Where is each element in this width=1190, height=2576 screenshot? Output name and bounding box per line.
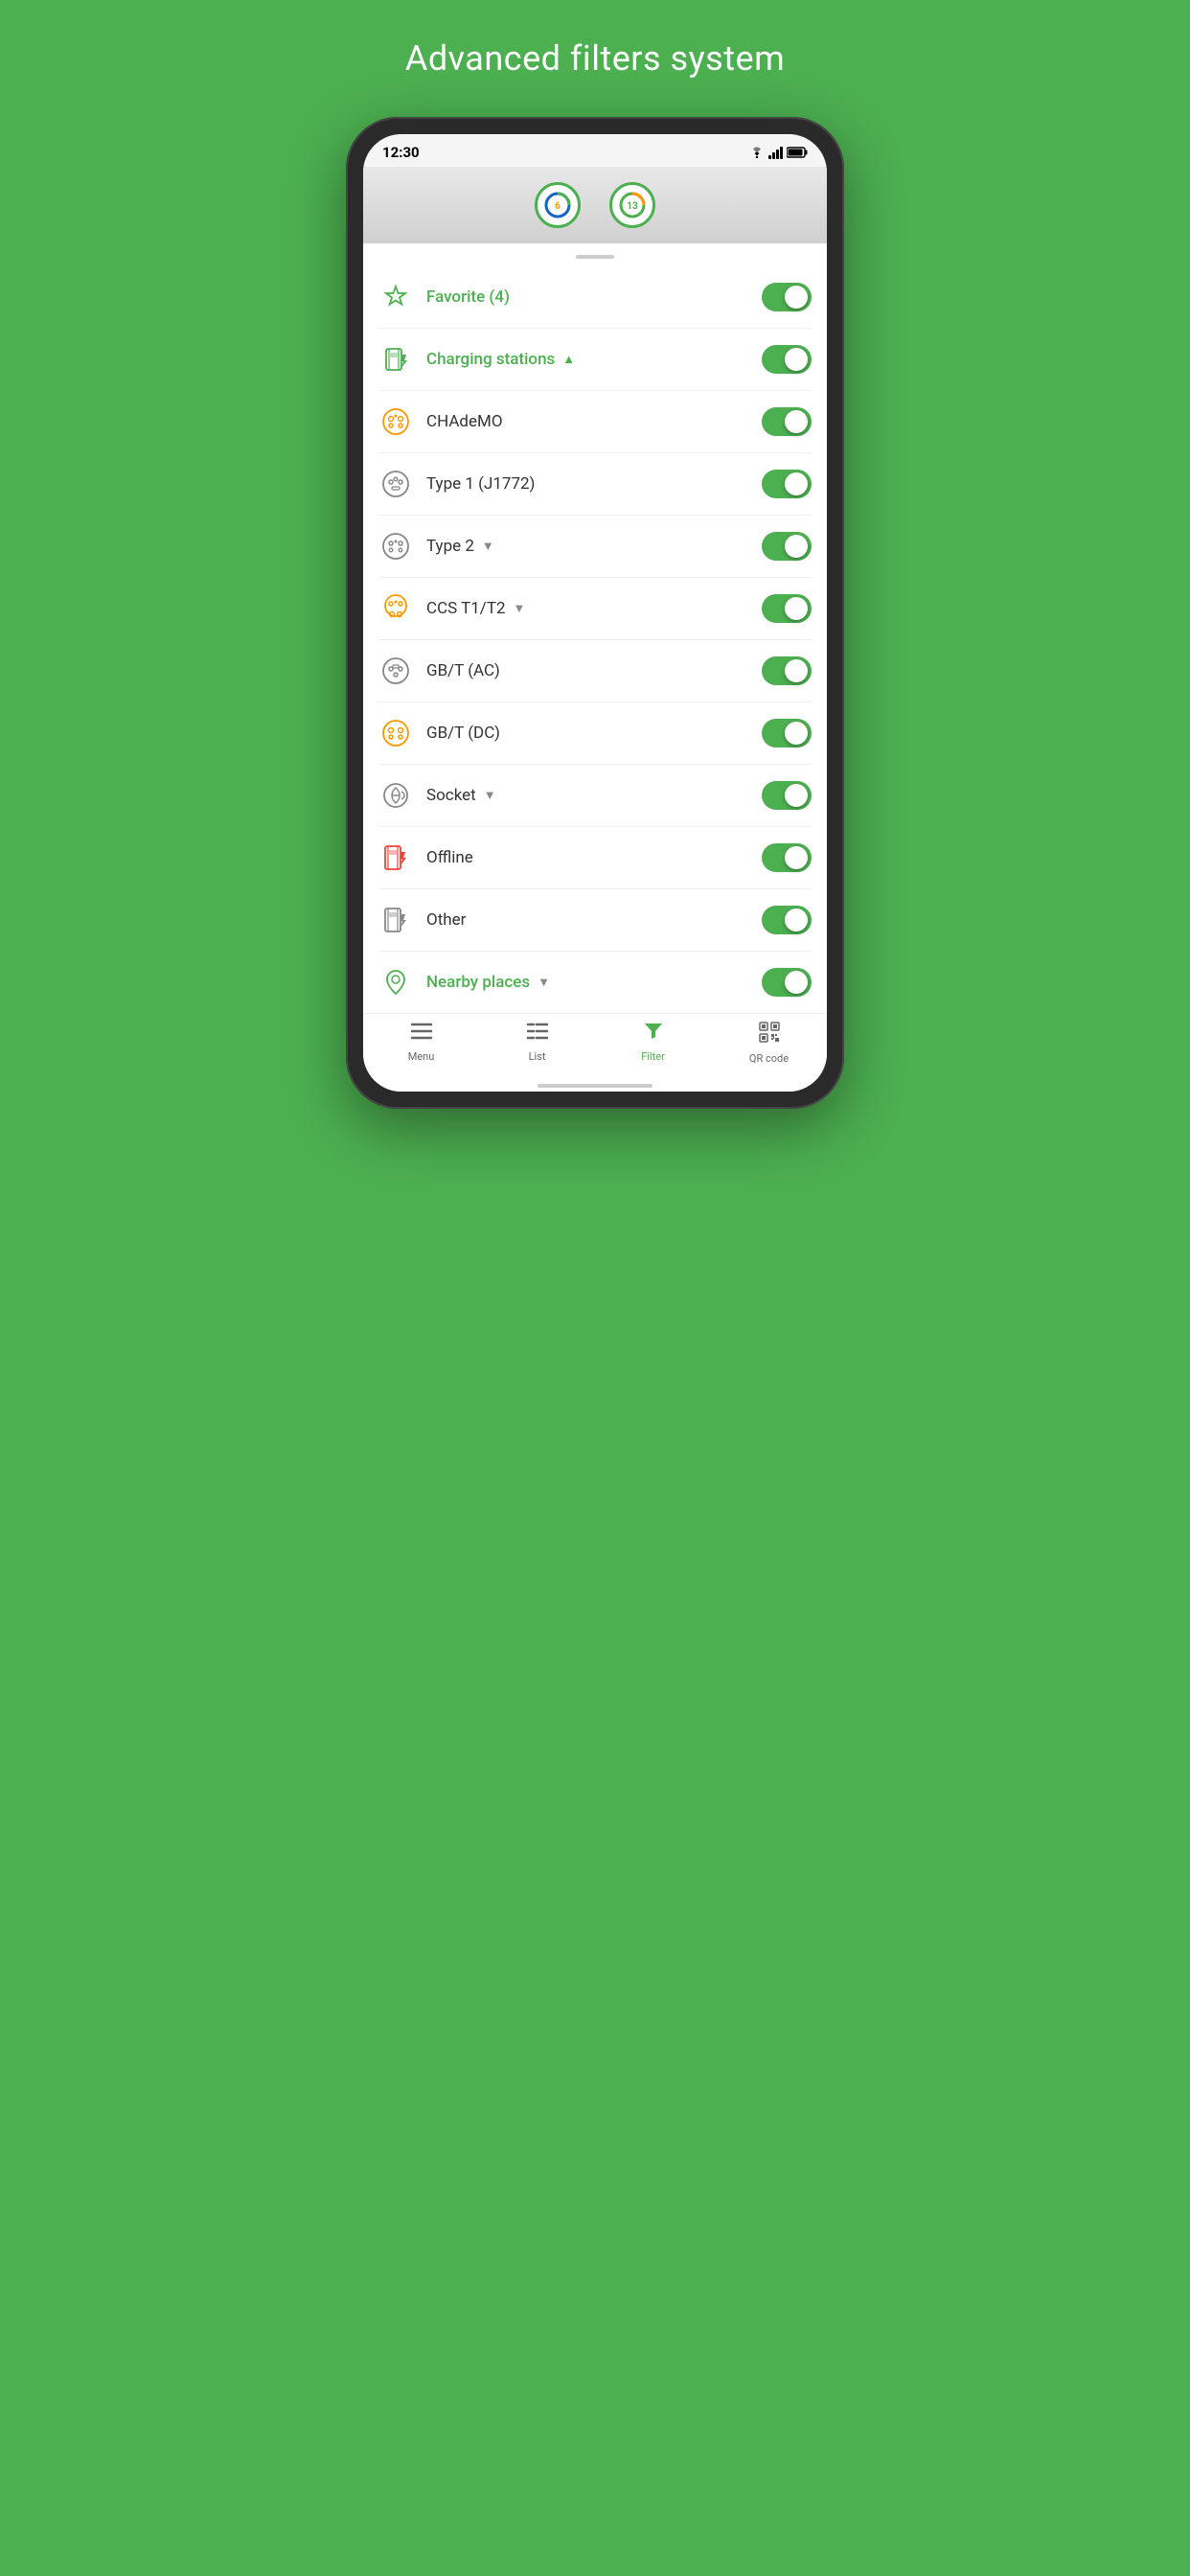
offline-icon bbox=[378, 840, 413, 875]
ccs-toggle[interactable] bbox=[762, 594, 812, 623]
charging-stations-label: Charging stations ▲ bbox=[426, 350, 748, 369]
bottom-nav: Menu List bbox=[363, 1013, 827, 1076]
filter-item-offline: Offline bbox=[378, 827, 812, 889]
filter-item-gbt-ac: GB/T (AC) bbox=[378, 640, 812, 702]
drag-handle[interactable] bbox=[363, 243, 827, 266]
filter-item-charging-stations: Charging stations ▲ bbox=[378, 329, 812, 391]
gbt-dc-icon bbox=[378, 716, 413, 750]
gbt-dc-label: GB/T (DC) bbox=[426, 724, 748, 743]
wifi-icon bbox=[749, 147, 765, 158]
filter-item-chademo: CHAdeMO bbox=[378, 391, 812, 453]
filter-item-socket: Socket ▼ bbox=[378, 765, 812, 827]
chademo-icon bbox=[378, 404, 413, 439]
other-label: Other bbox=[426, 910, 748, 930]
filter-item-type1: Type 1 (J1772) bbox=[378, 453, 812, 516]
favorite-toggle[interactable] bbox=[762, 283, 812, 311]
list-icon bbox=[526, 1022, 549, 1046]
status-icons bbox=[749, 146, 808, 159]
chademo-label: CHAdeMO bbox=[426, 412, 748, 431]
filter-item-favorite: Favorite (4) bbox=[378, 266, 812, 329]
page-title: Advanced filters system bbox=[405, 38, 785, 79]
filter-item-other: Other bbox=[378, 889, 812, 952]
nav-item-qrcode[interactable]: QR code bbox=[711, 1022, 827, 1065]
qrcode-nav-label: QR code bbox=[749, 1052, 789, 1065]
svg-text:13: 13 bbox=[627, 201, 638, 212]
filter-item-ccs: CCS T1/T2 ▼ bbox=[378, 578, 812, 640]
list-nav-label: List bbox=[529, 1050, 546, 1063]
filter-icon bbox=[644, 1022, 663, 1046]
phone-screen: 12:30 bbox=[363, 134, 827, 1092]
filter-item-gbt-dc: GB/T (DC) bbox=[378, 702, 812, 765]
status-time: 12:30 bbox=[382, 144, 420, 161]
chademo-toggle[interactable] bbox=[762, 407, 812, 436]
socket-chevron[interactable]: ▼ bbox=[484, 788, 496, 803]
nav-item-menu[interactable]: Menu bbox=[363, 1022, 479, 1065]
type1-toggle[interactable] bbox=[762, 470, 812, 498]
map-marker-2: 13 bbox=[609, 182, 655, 228]
type2-toggle[interactable] bbox=[762, 532, 812, 561]
charging-stations-toggle[interactable] bbox=[762, 345, 812, 374]
other-toggle[interactable] bbox=[762, 906, 812, 934]
nearby-places-icon bbox=[378, 965, 413, 1000]
drag-handle-bar bbox=[576, 255, 614, 259]
qr-icon bbox=[759, 1022, 780, 1048]
gbt-dc-toggle[interactable] bbox=[762, 719, 812, 748]
type2-icon bbox=[378, 529, 413, 564]
charging-stations-chevron[interactable]: ▲ bbox=[562, 352, 575, 367]
filter-list: Favorite (4) Ch bbox=[363, 266, 827, 1013]
gbt-ac-icon bbox=[378, 654, 413, 688]
favorite-icon bbox=[378, 280, 413, 314]
home-bar bbox=[538, 1084, 652, 1088]
battery-icon bbox=[787, 147, 808, 158]
home-indicator bbox=[363, 1076, 827, 1092]
nav-item-list[interactable]: List bbox=[479, 1022, 595, 1065]
type1-label: Type 1 (J1772) bbox=[426, 474, 748, 494]
map-marker-1: 6 bbox=[535, 182, 581, 228]
ccs-chevron[interactable]: ▼ bbox=[514, 601, 526, 616]
type2-chevron[interactable]: ▼ bbox=[482, 539, 494, 554]
socket-icon bbox=[378, 778, 413, 813]
ccs-label: CCS T1/T2 ▼ bbox=[426, 599, 748, 618]
bottom-sheet: Favorite (4) Ch bbox=[363, 243, 827, 1092]
offline-label: Offline bbox=[426, 848, 748, 867]
charging-station-icon bbox=[378, 342, 413, 377]
offline-toggle[interactable] bbox=[762, 843, 812, 872]
svg-text:6: 6 bbox=[555, 201, 561, 212]
socket-label: Socket ▼ bbox=[426, 786, 748, 805]
other-icon bbox=[378, 903, 413, 937]
phone-frame: 12:30 bbox=[346, 117, 844, 1109]
menu-nav-label: Menu bbox=[408, 1050, 435, 1063]
nearby-places-label: Nearby places ▼ bbox=[426, 973, 748, 992]
status-bar: 12:30 bbox=[363, 134, 827, 167]
gbt-ac-label: GB/T (AC) bbox=[426, 661, 748, 680]
filter-nav-label: Filter bbox=[641, 1050, 665, 1063]
favorite-label: Favorite (4) bbox=[426, 288, 748, 307]
socket-toggle[interactable] bbox=[762, 781, 812, 810]
filter-item-nearby-places: Nearby places ▼ bbox=[378, 952, 812, 1013]
type2-label: Type 2 ▼ bbox=[426, 537, 748, 556]
gbt-ac-toggle[interactable] bbox=[762, 656, 812, 685]
nearby-places-toggle[interactable] bbox=[762, 968, 812, 997]
nearby-places-chevron[interactable]: ▼ bbox=[538, 975, 550, 990]
ccs-icon bbox=[378, 591, 413, 626]
filter-item-type2: Type 2 ▼ bbox=[378, 516, 812, 578]
signal-icon bbox=[768, 146, 783, 159]
nav-item-filter[interactable]: Filter bbox=[595, 1022, 711, 1065]
menu-icon bbox=[410, 1022, 433, 1046]
map-area: 6 13 bbox=[363, 167, 827, 243]
type1-icon bbox=[378, 467, 413, 501]
